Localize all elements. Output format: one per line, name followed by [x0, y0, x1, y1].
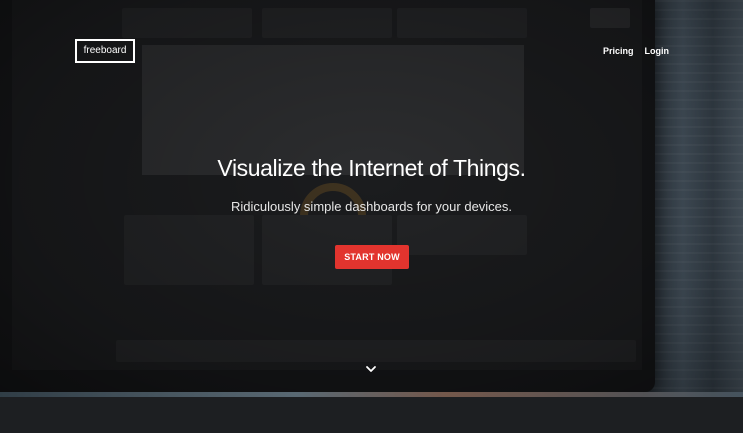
top-nav: Pricing Login — [603, 46, 669, 56]
nav-link-login[interactable]: Login — [645, 46, 670, 56]
hero-headline: Visualize the Internet of Things. — [217, 155, 526, 181]
chevron-down-icon[interactable] — [365, 364, 377, 374]
hero-subheadline: Ridiculously simple dashboards for your … — [230, 199, 513, 214]
hero-section: freeboard Pricing Login Visualize the In… — [0, 0, 743, 397]
freeboard-logo[interactable]: freeboard — [75, 39, 135, 63]
nav-link-pricing[interactable]: Pricing — [603, 46, 634, 56]
page-footer-band — [0, 397, 743, 433]
start-now-button[interactable]: START NOW — [335, 245, 409, 269]
